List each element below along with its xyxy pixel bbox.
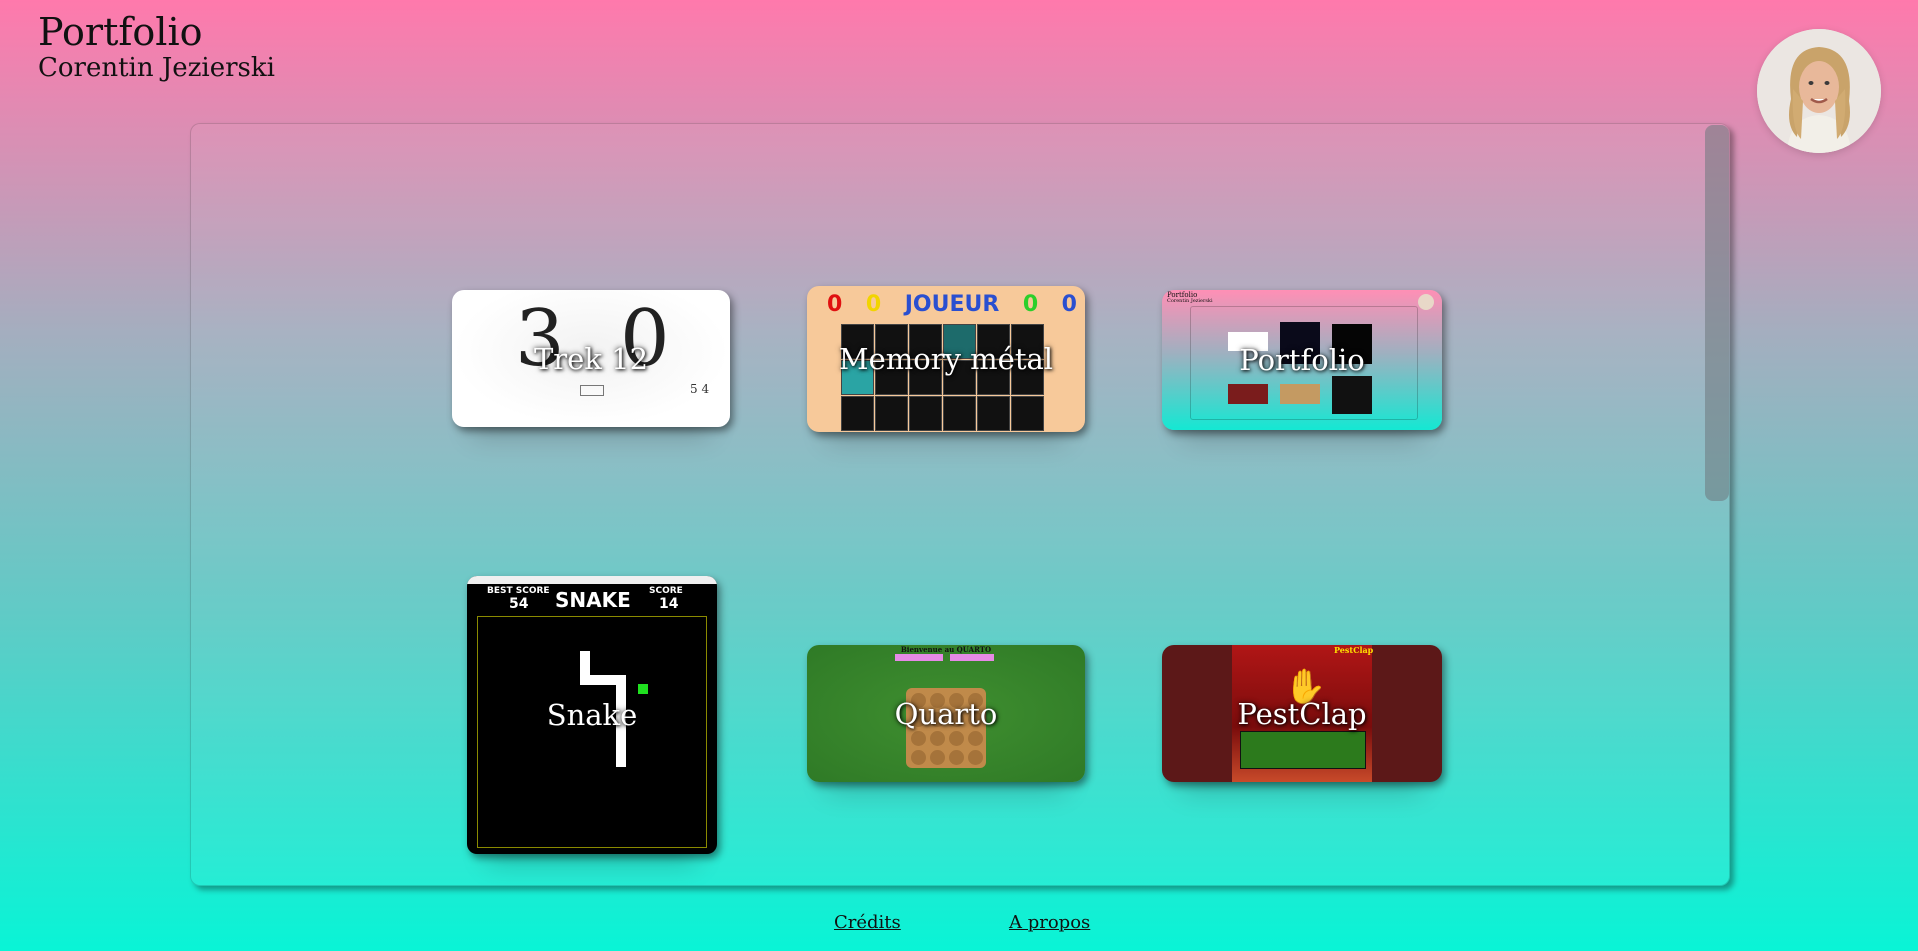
project-card-label: Memory métal [838, 342, 1054, 376]
project-card-label: Trek 12 [533, 341, 649, 376]
projects-panel: 3 0 5 4 Trek 12 0 0 JOUEUR 0 0 Memory mé… [190, 123, 1730, 886]
portfolio-thumb-card5 [1280, 384, 1320, 404]
trek12-small-button [580, 385, 604, 396]
page-title: Portfolio [38, 10, 203, 54]
memory-card-tile [977, 396, 1010, 431]
project-card-snake[interactable]: BEST SCORE 54 SNAKE SCORE 14 Snake [467, 576, 717, 854]
snake-best-score-value: 54 [509, 596, 529, 612]
project-card-label: PestClap [1237, 696, 1367, 731]
memory-score-header: 0 0 JOUEUR 0 0 [827, 292, 1077, 317]
memory-card-tile [841, 396, 874, 431]
snake-best-score-label: BEST SCORE [487, 586, 550, 596]
project-card-label: Portfolio [1239, 343, 1365, 377]
snake-score-value: 14 [659, 596, 679, 612]
pestclap-thumb-title: PestClap [1334, 645, 1374, 655]
quarto-thumb-button [895, 654, 943, 661]
credits-link[interactable]: Crédits [834, 912, 901, 933]
project-card-memory-metal[interactable]: 0 0 JOUEUR 0 0 Memory métal [807, 286, 1085, 432]
quarto-board-slot [949, 750, 964, 765]
snake-food [638, 684, 648, 694]
about-link[interactable]: A propos [1009, 912, 1090, 933]
project-card-pestclap[interactable]: PestClap ✋ PestClap [1162, 645, 1442, 782]
snake-score-label: SCORE [649, 586, 683, 596]
memory-card-tile [1011, 396, 1044, 431]
portfolio-thumb-subtitle: Corentin Jezierski [1167, 298, 1213, 304]
page-subtitle: Corentin Jezierski [38, 53, 275, 83]
quarto-board-slot [911, 750, 926, 765]
portfolio-thumb-card4 [1228, 384, 1268, 404]
memory-score-blue: 0 [1061, 292, 1077, 317]
memory-score-green: 0 [1022, 292, 1039, 317]
memory-card-tile [909, 396, 942, 431]
memory-joueur-label: JOUEUR [904, 292, 1000, 317]
scrollbar-thumb[interactable] [1705, 125, 1729, 501]
avatar [1757, 29, 1881, 153]
project-card-portfolio[interactable]: Portfolio Corentin Jezierski Portfolio [1162, 290, 1442, 430]
quarto-board-slot [911, 731, 926, 746]
memory-tile-grid [841, 324, 1045, 431]
pestclap-green-panel [1240, 731, 1366, 769]
panel-scrollbar[interactable] [1703, 124, 1729, 885]
project-card-label: Snake [546, 698, 638, 732]
quarto-board-slot [930, 731, 945, 746]
memory-score-yellow: 0 [865, 292, 882, 317]
trek12-small-score: 5 4 [690, 382, 710, 396]
avatar-portrait-icon [1757, 29, 1881, 153]
snake-window-bar [467, 576, 717, 584]
project-card-quarto[interactable]: Bienvenue au QUARTO Quarto [807, 645, 1085, 782]
quarto-thumb-button [950, 654, 994, 661]
quarto-board-slot [930, 750, 945, 765]
project-card-trek-12[interactable]: 3 0 5 4 Trek 12 [452, 290, 730, 427]
snake-title: SNAKE [555, 588, 631, 612]
quarto-board-slot [949, 731, 964, 746]
snake-board [477, 616, 707, 848]
project-card-label: Quarto [894, 696, 998, 731]
quarto-thumb-title: Bienvenue au QUARTO [900, 645, 992, 654]
memory-score-red: 0 [827, 292, 843, 317]
portfolio-thumb-card6 [1332, 376, 1372, 414]
memory-card-tile [943, 396, 976, 431]
portfolio-thumb-avatar [1418, 294, 1434, 310]
quarto-board-slot [968, 731, 983, 746]
memory-card-tile [875, 396, 908, 431]
quarto-board-slot [968, 750, 983, 765]
